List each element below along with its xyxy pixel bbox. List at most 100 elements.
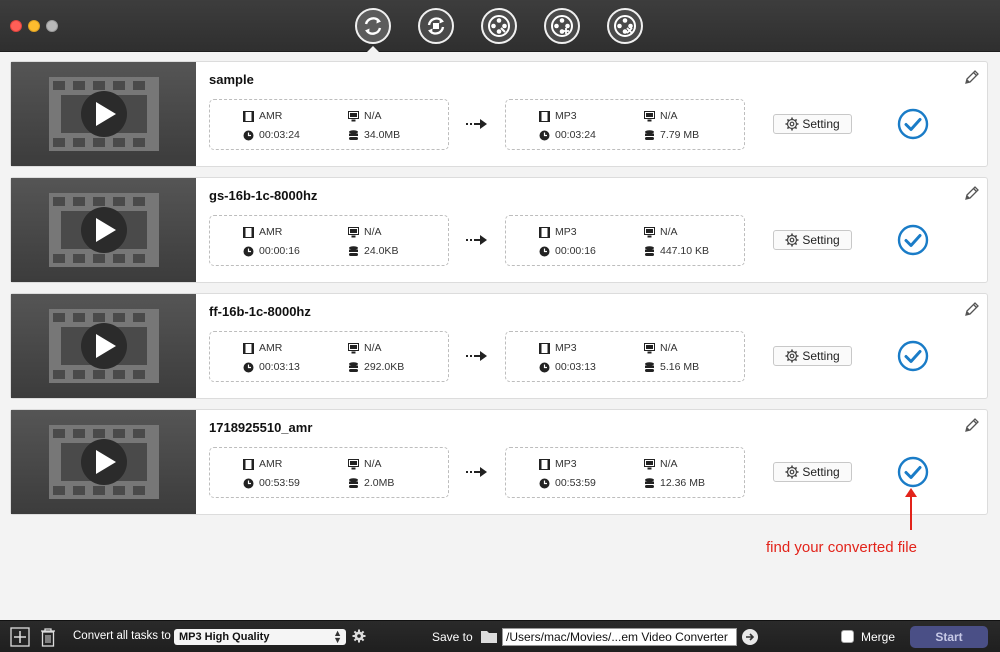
window-close-button[interactable] <box>10 20 22 32</box>
target-info-box: MP3 N/A 00:53:59 12.36 MB <box>505 447 745 498</box>
rotate-icon <box>427 17 445 35</box>
select-stepper-icon: ▲ ▼ <box>333 628 342 645</box>
monitor-icon <box>348 342 359 353</box>
video-play-icon <box>49 425 159 499</box>
target-duration: 00:03:13 <box>539 361 596 373</box>
clock-icon <box>539 246 550 256</box>
source-format-text: AMR <box>259 110 283 122</box>
target-format-text: MP3 <box>555 458 577 470</box>
merge-checkbox[interactable] <box>841 630 854 643</box>
pencil-icon[interactable] <box>964 301 980 317</box>
film-icon <box>539 342 550 354</box>
window-zoom-button[interactable] <box>46 20 58 32</box>
converted-check-icon[interactable] <box>897 224 929 256</box>
merge-tool-button[interactable] <box>544 8 580 44</box>
film-reel-plus-icon <box>551 15 573 37</box>
monitor-icon <box>348 110 359 121</box>
film-reel-icon <box>488 15 510 37</box>
source-resolution: N/A <box>348 110 382 122</box>
setting-button-label: Setting <box>802 349 840 363</box>
task-row[interactable]: ff-16b-1c-8000hz AMR N/A 00:03:13 292.0K… <box>10 293 988 399</box>
task-row[interactable]: sample AMR N/A 00:03:24 34.0MB MP3 N/A 0… <box>10 61 988 167</box>
title-bar <box>0 0 1000 52</box>
pencil-icon[interactable] <box>964 69 980 85</box>
setting-button[interactable]: Setting <box>773 462 852 482</box>
source-resolution: N/A <box>348 342 382 354</box>
target-duration-text: 00:00:16 <box>555 245 596 257</box>
target-format: MP3 <box>539 458 577 470</box>
open-folder-button[interactable] <box>742 629 758 645</box>
target-format-text: MP3 <box>555 226 577 238</box>
video-thumbnail[interactable] <box>11 178 196 282</box>
target-size: 7.79 MB <box>644 129 699 141</box>
setting-button[interactable]: Setting <box>773 346 852 366</box>
compress-tool-button[interactable] <box>607 8 643 44</box>
monitor-icon <box>348 458 359 469</box>
converted-check-icon[interactable] <box>897 108 929 140</box>
source-resolution-text: N/A <box>364 342 382 354</box>
folder-icon[interactable] <box>480 629 498 644</box>
arrow-right-icon <box>746 633 755 641</box>
source-size: 292.0KB <box>348 361 404 373</box>
target-duration: 00:00:16 <box>539 245 596 257</box>
video-thumbnail[interactable] <box>11 410 196 514</box>
source-size: 34.0MB <box>348 129 400 141</box>
clock-icon <box>539 130 550 140</box>
trash-icon[interactable] <box>39 627 57 647</box>
target-format: MP3 <box>539 226 577 238</box>
video-play-icon <box>49 193 159 267</box>
target-size-text: 7.79 MB <box>660 129 700 141</box>
convert-arrow-icon <box>466 351 487 361</box>
target-resolution-text: N/A <box>660 342 678 354</box>
setting-button[interactable]: Setting <box>773 230 852 250</box>
setting-button[interactable]: Setting <box>773 114 852 134</box>
monitor-icon <box>644 226 655 237</box>
target-resolution: N/A <box>644 226 678 238</box>
source-size-text: 34.0MB <box>364 129 401 141</box>
convert-all-label: Convert all tasks to <box>73 630 171 642</box>
source-size-text: 24.0KB <box>364 245 399 257</box>
task-row[interactable]: 1718925510_amr AMR N/A 00:53:59 2.0MB MP… <box>10 409 988 515</box>
rotate-tool-button[interactable] <box>418 8 454 44</box>
video-thumbnail[interactable] <box>11 62 196 166</box>
source-info-box: AMR N/A 00:03:24 34.0MB <box>209 99 449 150</box>
source-duration-text: 00:53:59 <box>259 477 300 489</box>
convert-tool-button[interactable] <box>355 8 391 44</box>
database-icon <box>349 361 358 372</box>
start-button[interactable]: Start <box>910 626 988 648</box>
save-path-text: /Users/mac/Movies/...em Video Converter <box>506 630 728 644</box>
target-resolution: N/A <box>644 342 678 354</box>
bottom-bar: Convert all tasks to MP3 High Quality ▲ ▼… <box>0 620 1000 652</box>
converted-check-icon[interactable] <box>897 340 929 372</box>
video-play-icon <box>49 77 159 151</box>
source-size-text: 292.0KB <box>364 361 405 373</box>
film-icon <box>539 458 550 470</box>
source-duration: 00:53:59 <box>243 477 300 489</box>
output-preset-select[interactable]: MP3 High Quality ▲ ▼ <box>174 629 346 645</box>
pencil-icon[interactable] <box>964 185 980 201</box>
source-format: AMR <box>243 458 282 470</box>
source-info-box: AMR N/A 00:53:59 2.0MB <box>209 447 449 498</box>
target-format: MP3 <box>539 110 577 122</box>
target-info-box: MP3 N/A 00:00:16 447.10 KB <box>505 215 745 266</box>
pencil-icon[interactable] <box>964 417 980 433</box>
merge-label: Merge <box>861 630 896 644</box>
target-size-text: 447.10 KB <box>660 245 710 257</box>
convert-arrow-icon <box>466 119 487 129</box>
clock-icon <box>243 362 254 372</box>
convert-arrow-icon <box>466 467 487 477</box>
edit-tool-button[interactable] <box>481 8 517 44</box>
video-thumbnail[interactable] <box>11 294 196 398</box>
target-size: 447.10 KB <box>644 245 709 257</box>
preset-gear-icon[interactable] <box>352 629 366 643</box>
source-resolution-text: N/A <box>364 458 382 470</box>
converted-check-icon[interactable] <box>897 456 929 488</box>
target-size: 12.36 MB <box>644 477 705 489</box>
add-file-icon[interactable] <box>10 627 30 647</box>
target-info-box: MP3 N/A 00:03:13 5.16 MB <box>505 331 745 382</box>
window-minimize-button[interactable] <box>28 20 40 32</box>
save-path-field[interactable]: /Users/mac/Movies/...em Video Converter <box>502 628 737 646</box>
task-row[interactable]: gs-16b-1c-8000hz AMR N/A 00:00:16 24.0KB <box>10 177 988 283</box>
database-icon <box>349 477 358 488</box>
annotation-text: find your converted file <box>766 539 917 556</box>
